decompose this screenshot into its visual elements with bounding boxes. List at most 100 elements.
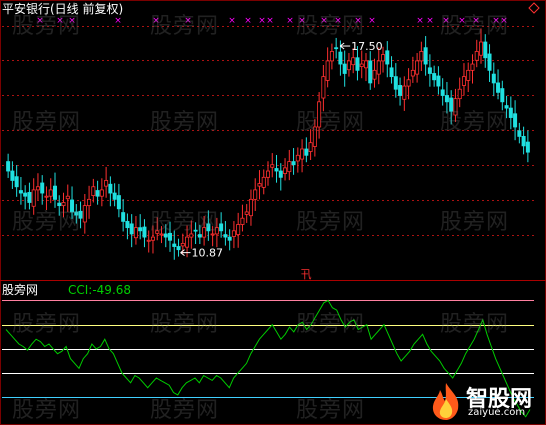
candle-body <box>423 47 428 65</box>
candle-body <box>104 180 109 187</box>
candle-body <box>14 176 19 188</box>
candle-body <box>398 85 403 96</box>
watermark: 股旁网 <box>12 110 82 135</box>
candle-body <box>342 63 347 74</box>
candle-body <box>253 189 258 200</box>
candle-body <box>329 51 334 62</box>
candle-body <box>517 130 522 137</box>
candle-body <box>389 67 394 78</box>
watermark: 股旁网 <box>150 398 220 423</box>
candle-body <box>116 195 121 210</box>
watermark: 股旁网 <box>12 210 82 235</box>
candle-body <box>461 76 466 86</box>
candle-body <box>176 246 181 251</box>
candle-body <box>427 67 432 74</box>
candle-body <box>283 167 288 174</box>
candle-body <box>521 136 526 147</box>
signal-arrow-marker: 卂 <box>301 268 312 281</box>
candle-body <box>274 168 279 172</box>
signal-marker: × <box>266 16 274 26</box>
candle-body <box>287 161 292 173</box>
watermark: 股旁网 <box>296 398 366 423</box>
candle-body <box>40 182 45 194</box>
candle-body <box>300 148 305 160</box>
candle-body <box>479 41 484 56</box>
candle-body <box>65 195 70 200</box>
candle-body <box>278 170 283 178</box>
candle-body <box>133 227 138 239</box>
candle-body <box>52 185 57 200</box>
candle-body <box>270 164 275 168</box>
flame-icon <box>432 383 459 420</box>
logo-url: zaiyue.com <box>468 407 526 418</box>
candle-body <box>338 51 343 65</box>
candle-body <box>227 236 232 241</box>
candle-body <box>381 54 386 62</box>
candle-body <box>355 57 360 71</box>
candle-body <box>236 224 241 235</box>
candle-body <box>440 89 445 96</box>
candle-body <box>500 88 505 103</box>
candle-body <box>150 236 155 241</box>
candle-body <box>304 148 309 156</box>
candle-body <box>231 230 236 237</box>
candle-body <box>474 51 479 61</box>
watermark: 股旁网 <box>150 110 220 135</box>
candle-body <box>444 95 449 103</box>
signal-marker: × <box>258 16 266 26</box>
watermark: 股旁网 <box>150 312 220 337</box>
candle-body <box>457 88 462 100</box>
candle-body <box>436 75 441 87</box>
candle-body <box>18 190 23 194</box>
watermark: 股旁网 <box>12 14 82 39</box>
candle-body <box>496 82 501 93</box>
candle-body <box>406 79 411 87</box>
candle-body <box>185 236 190 248</box>
candle-body <box>129 223 134 235</box>
candle-body <box>248 198 253 217</box>
signal-marker: × <box>244 16 252 26</box>
candle-body <box>513 113 518 128</box>
candle-body <box>265 170 270 178</box>
candle-body <box>91 186 96 196</box>
sub-chart-title: 股旁网 <box>2 283 39 297</box>
candle-body <box>244 211 249 215</box>
watermark: 股旁网 <box>440 14 510 39</box>
candle-body <box>142 226 147 238</box>
candle-body <box>415 60 420 75</box>
stock-chart-window: × × × × × × × × × × × × × × × × × × × × × × × 17.50 10.87 卂 平安银行(… <box>0 0 546 425</box>
signal-marker: × <box>368 16 376 26</box>
signal-marker: × <box>286 16 294 26</box>
candle-body <box>82 205 87 223</box>
candle-body <box>334 47 339 50</box>
candle-body <box>219 223 224 232</box>
low-annotation-label: 10.87 <box>192 247 224 260</box>
watermark: 股旁网 <box>440 110 510 135</box>
site-logo: 智股网 zaiyue.com <box>428 381 544 423</box>
candle-body <box>125 220 130 229</box>
candle-body <box>351 57 356 66</box>
candle-body <box>48 189 53 197</box>
candle-body <box>95 190 100 197</box>
candle-body <box>23 192 28 197</box>
high-annotation-label: 17.50 <box>351 40 383 53</box>
candle-body <box>359 63 364 67</box>
candle-body <box>470 63 475 71</box>
signal-marker: × <box>228 16 236 26</box>
candle-body <box>108 183 113 194</box>
watermark: 股旁网 <box>296 210 366 235</box>
candle-body <box>87 198 92 207</box>
candle-body <box>295 154 300 162</box>
watermark: 股旁网 <box>440 210 510 235</box>
candle-body <box>112 192 117 200</box>
candle-body <box>99 189 104 197</box>
candle-body <box>27 192 32 203</box>
candle-body <box>291 161 296 166</box>
candle-body <box>240 217 245 225</box>
watermark: 股旁网 <box>296 14 366 39</box>
candle-body <box>487 53 492 71</box>
candle-body <box>138 227 143 232</box>
candle-body <box>385 50 390 65</box>
signal-marker: × <box>416 16 424 26</box>
candle-body <box>308 142 313 152</box>
